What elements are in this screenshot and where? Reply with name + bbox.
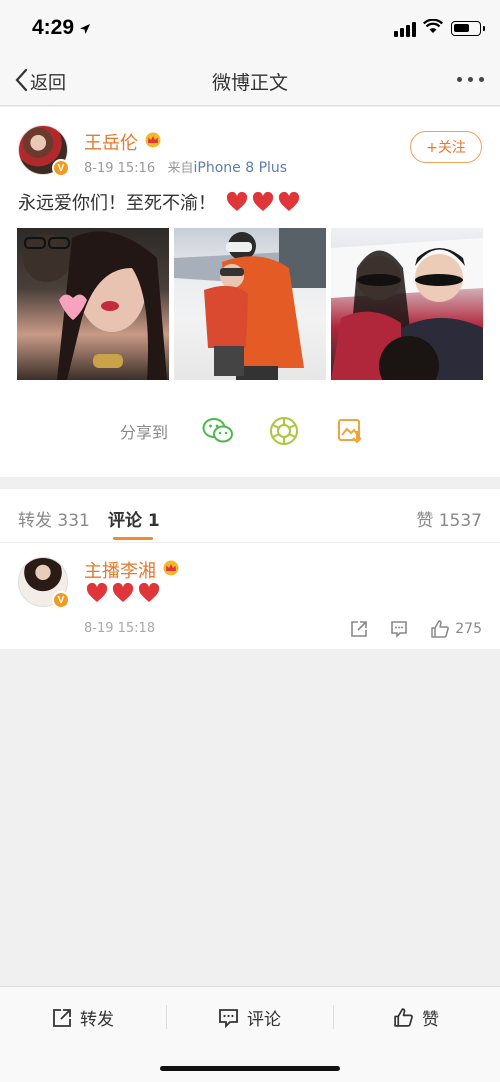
tab-comments-label: 评论 bbox=[108, 511, 142, 531]
status-time: 4:29 bbox=[32, 16, 75, 39]
tab-reposts-count: 331 bbox=[57, 511, 90, 531]
post-photo-1[interactable] bbox=[17, 228, 169, 380]
wifi-icon bbox=[423, 18, 443, 38]
comment-label: 评论 bbox=[247, 1010, 281, 1030]
tab-likes-label: 赞 bbox=[416, 511, 434, 531]
moments-share-icon[interactable] bbox=[268, 415, 300, 447]
toolbar-divider bbox=[166, 1005, 167, 1029]
post-source[interactable]: iPhone 8 Plus bbox=[194, 160, 288, 176]
tab-reposts[interactable]: 转发 331 bbox=[18, 506, 90, 531]
heart-emoji-icon bbox=[112, 583, 134, 602]
thumbs-up-icon bbox=[431, 620, 450, 638]
home-indicator[interactable] bbox=[160, 1066, 340, 1071]
source-prefix: 来自 bbox=[167, 161, 194, 176]
like-label: 赞 bbox=[422, 1010, 439, 1030]
thumbs-up-icon bbox=[394, 1008, 413, 1027]
status-bar: 4:29 bbox=[0, 0, 500, 56]
tab-comments[interactable]: 评论 1 bbox=[108, 506, 160, 531]
commenter-avatar[interactable]: V bbox=[18, 557, 70, 609]
verified-badge-icon: V bbox=[52, 159, 70, 177]
comment-like-button[interactable]: 275 bbox=[430, 619, 482, 639]
author-name[interactable]: 王岳伦 bbox=[84, 129, 138, 155]
save-image-share-icon[interactable] bbox=[334, 415, 366, 447]
interaction-tabs: 转发 331 评论 1 赞 1537 bbox=[0, 489, 500, 543]
like-button[interactable]: 赞 bbox=[393, 1005, 439, 1030]
comment-actions: 275 bbox=[328, 619, 482, 639]
photo-grid bbox=[17, 228, 483, 380]
heart-emoji-icon bbox=[138, 583, 160, 602]
location-arrow-icon bbox=[79, 20, 91, 39]
post-meta: 8-19 15:16 来自iPhone 8 Plus bbox=[84, 157, 287, 176]
comment-icon bbox=[391, 621, 408, 638]
post-text: 永远爱你们！至死不渝！ bbox=[18, 193, 216, 214]
verified-badge-icon: V bbox=[52, 591, 70, 609]
post-hearts bbox=[226, 192, 300, 212]
active-tab-indicator bbox=[113, 537, 153, 540]
comment-like-count: 275 bbox=[455, 621, 482, 637]
tab-reposts-label: 转发 bbox=[18, 511, 52, 531]
battery-icon bbox=[451, 21, 485, 36]
signal-icon bbox=[394, 22, 416, 37]
share-row: 分享到 bbox=[120, 415, 400, 447]
tab-likes[interactable]: 赞 1537 bbox=[416, 506, 482, 531]
comment-text bbox=[86, 583, 160, 603]
post-photo-3[interactable] bbox=[331, 228, 483, 380]
share-label: 分享到 bbox=[120, 423, 169, 442]
heart-emoji-icon bbox=[278, 192, 300, 211]
follow-button[interactable]: +关注 bbox=[410, 131, 482, 163]
post-photo-2[interactable] bbox=[174, 228, 326, 380]
tab-likes-count: 1537 bbox=[438, 511, 482, 531]
post-time: 8-19 15:16 bbox=[84, 161, 156, 176]
crown-icon bbox=[162, 560, 180, 580]
post-text-row: 永远爱你们！至死不渝！ bbox=[18, 189, 300, 215]
page-title: 微博正文 bbox=[211, 72, 288, 94]
crown-icon bbox=[144, 132, 162, 152]
commenter-row: 主播李湘 bbox=[84, 557, 180, 583]
repost-button[interactable]: 转发 bbox=[52, 1005, 114, 1030]
more-options-button[interactable] bbox=[457, 77, 484, 82]
comment-repost-button[interactable] bbox=[350, 620, 368, 638]
repost-label: 转发 bbox=[80, 1010, 114, 1030]
heart-emoji-icon bbox=[226, 192, 248, 211]
author-avatar[interactable]: V bbox=[18, 125, 70, 177]
tab-comments-count: 1 bbox=[147, 511, 160, 531]
comment-reply-button[interactable] bbox=[390, 620, 408, 638]
weibo-post: V 王岳伦 8-19 15:16 来自iPhone 8 Plus +关注 永远爱… bbox=[0, 107, 500, 477]
heart-emoji-icon bbox=[252, 192, 274, 211]
author-row: 王岳伦 bbox=[84, 129, 162, 155]
comment-icon bbox=[219, 1008, 238, 1028]
share-icon bbox=[53, 1008, 71, 1027]
share-icon bbox=[351, 621, 368, 637]
nav-bar: 返回 微博正文 bbox=[0, 56, 500, 106]
comment-button[interactable]: 评论 bbox=[218, 1005, 281, 1030]
heart-emoji-icon bbox=[86, 583, 108, 602]
comment-time: 8-19 15:18 bbox=[84, 621, 156, 636]
toolbar-divider bbox=[333, 1005, 334, 1029]
wechat-share-icon[interactable] bbox=[202, 415, 234, 447]
comment-item: V 主播李湘 8-19 15:18 275 bbox=[0, 543, 500, 649]
commenter-name[interactable]: 主播李湘 bbox=[84, 557, 156, 583]
